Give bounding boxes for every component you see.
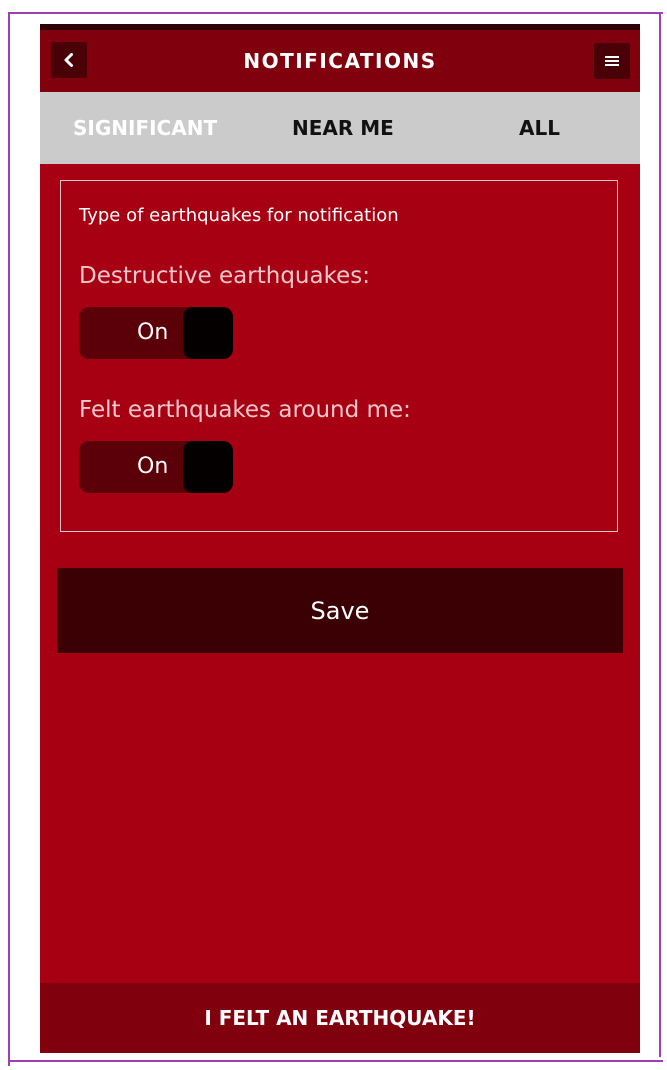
destructive-earthquakes-toggle[interactable]: On bbox=[79, 307, 233, 359]
tab-significant[interactable]: SIGNIFICANT bbox=[73, 92, 217, 164]
felt-toggle-state: On bbox=[137, 454, 169, 479]
destructive-earthquakes-label: Destructive earthquakes: bbox=[79, 263, 370, 289]
toggle-thumb[interactable] bbox=[183, 307, 233, 359]
frame-bottom-border bbox=[8, 1060, 663, 1062]
toggle-thumb[interactable] bbox=[183, 441, 233, 493]
hamburger-menu-icon bbox=[604, 54, 620, 68]
frame-left-border bbox=[8, 14, 10, 1066]
panel-heading: Type of earthquakes for notification bbox=[79, 205, 399, 226]
destructive-toggle-state: On bbox=[137, 320, 169, 345]
save-button[interactable]: Save bbox=[57, 568, 623, 653]
tab-all[interactable]: ALL bbox=[519, 92, 560, 164]
notification-tabs: SIGNIFICANT NEAR ME ALL bbox=[40, 92, 640, 164]
tab-near-me[interactable]: NEAR ME bbox=[292, 92, 394, 164]
notification-settings-panel: Type of earthquakes for notification Des… bbox=[60, 180, 618, 532]
felt-earthquakes-toggle[interactable]: On bbox=[79, 441, 233, 493]
app-screen: NOTIFICATIONS SIGNIFICANT NEAR ME ALL Ty… bbox=[40, 24, 640, 1053]
top-app-bar: NOTIFICATIONS bbox=[40, 30, 640, 92]
felt-earthquakes-label: Felt earthquakes around me: bbox=[79, 397, 411, 423]
page-title: NOTIFICATIONS bbox=[243, 49, 437, 73]
menu-button[interactable] bbox=[594, 43, 630, 79]
frame-right-border bbox=[659, 12, 661, 1057]
felt-earthquake-button[interactable]: I FELT AN EARTHQUAKE! bbox=[40, 983, 640, 1053]
frame-top-border bbox=[8, 12, 663, 14]
